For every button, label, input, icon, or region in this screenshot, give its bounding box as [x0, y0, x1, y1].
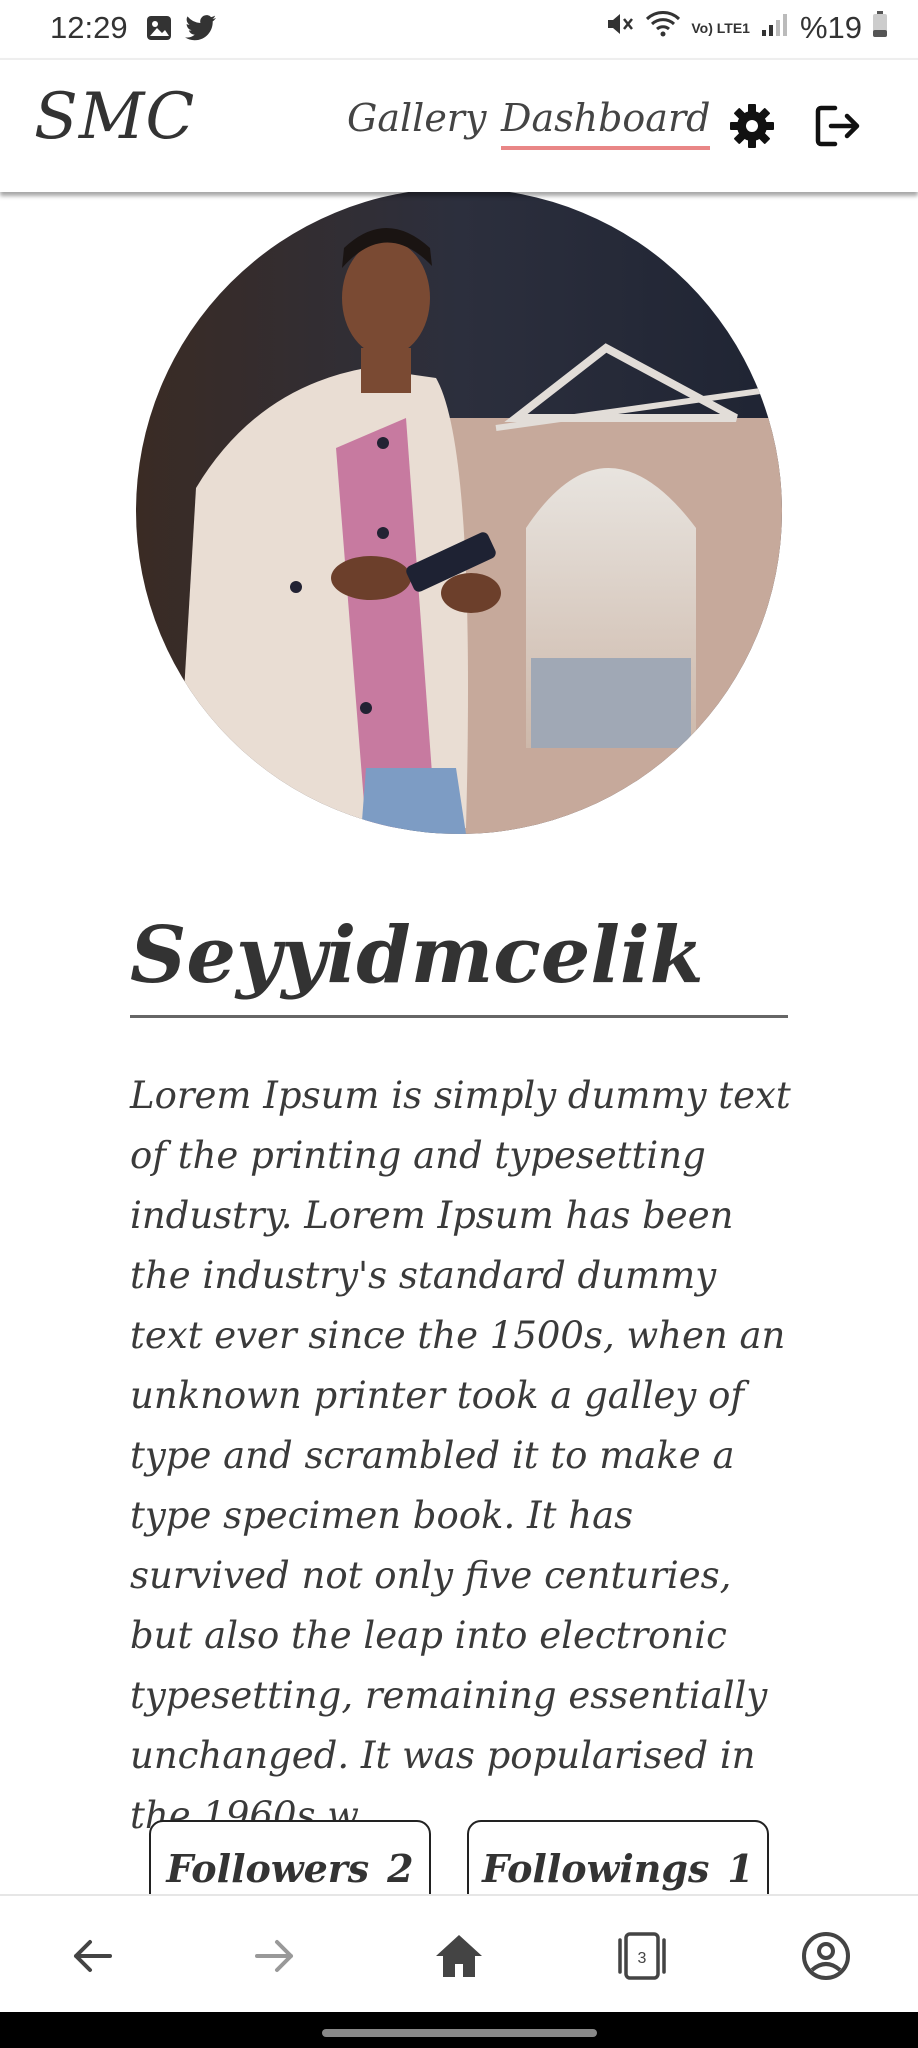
tabs-icon[interactable]: 3: [612, 1926, 672, 1986]
app-logo[interactable]: SMC: [34, 80, 195, 154]
network-label: Vo) LTE1: [691, 20, 750, 36]
mute-icon: [605, 10, 635, 46]
followers-count: 2: [387, 1845, 414, 1891]
browser-bottom-bar: 3: [0, 1894, 918, 2014]
account-icon[interactable]: [796, 1926, 856, 1986]
wifi-icon: [645, 10, 681, 46]
profile-bio: Lorem Ipsum is simply dummy text of the …: [130, 1074, 791, 1837]
home-gesture-pill[interactable]: [322, 2029, 597, 2037]
profile-username: Seyyidmcelik: [130, 910, 788, 1018]
followings-label: Followings: [482, 1845, 710, 1891]
back-arrow-icon[interactable]: [62, 1926, 122, 1986]
twitter-icon: [185, 14, 217, 50]
nav-dashboard[interactable]: Dashboard: [501, 96, 711, 150]
followings-count: 1: [727, 1845, 754, 1891]
profile-avatar: [136, 188, 782, 834]
nav-gallery[interactable]: Gallery: [347, 96, 486, 140]
followers-label: Followers: [166, 1845, 370, 1891]
status-bar: 12:29 Vo) LTE1 %19: [0, 0, 918, 58]
image-icon: [145, 14, 173, 50]
signal-icon: [760, 10, 790, 46]
gear-icon[interactable]: [726, 100, 778, 152]
home-icon[interactable]: [429, 1926, 489, 1986]
battery-icon: [872, 10, 888, 46]
gesture-bar: [0, 2012, 918, 2048]
forward-arrow-icon[interactable]: [245, 1926, 305, 1986]
logout-icon[interactable]: [812, 100, 864, 152]
app-header: SMC Gallery Dashboard: [0, 58, 918, 192]
tabs-count: 3: [638, 1950, 647, 1967]
status-time: 12:29: [50, 10, 128, 45]
battery-text: %19: [799, 10, 862, 45]
